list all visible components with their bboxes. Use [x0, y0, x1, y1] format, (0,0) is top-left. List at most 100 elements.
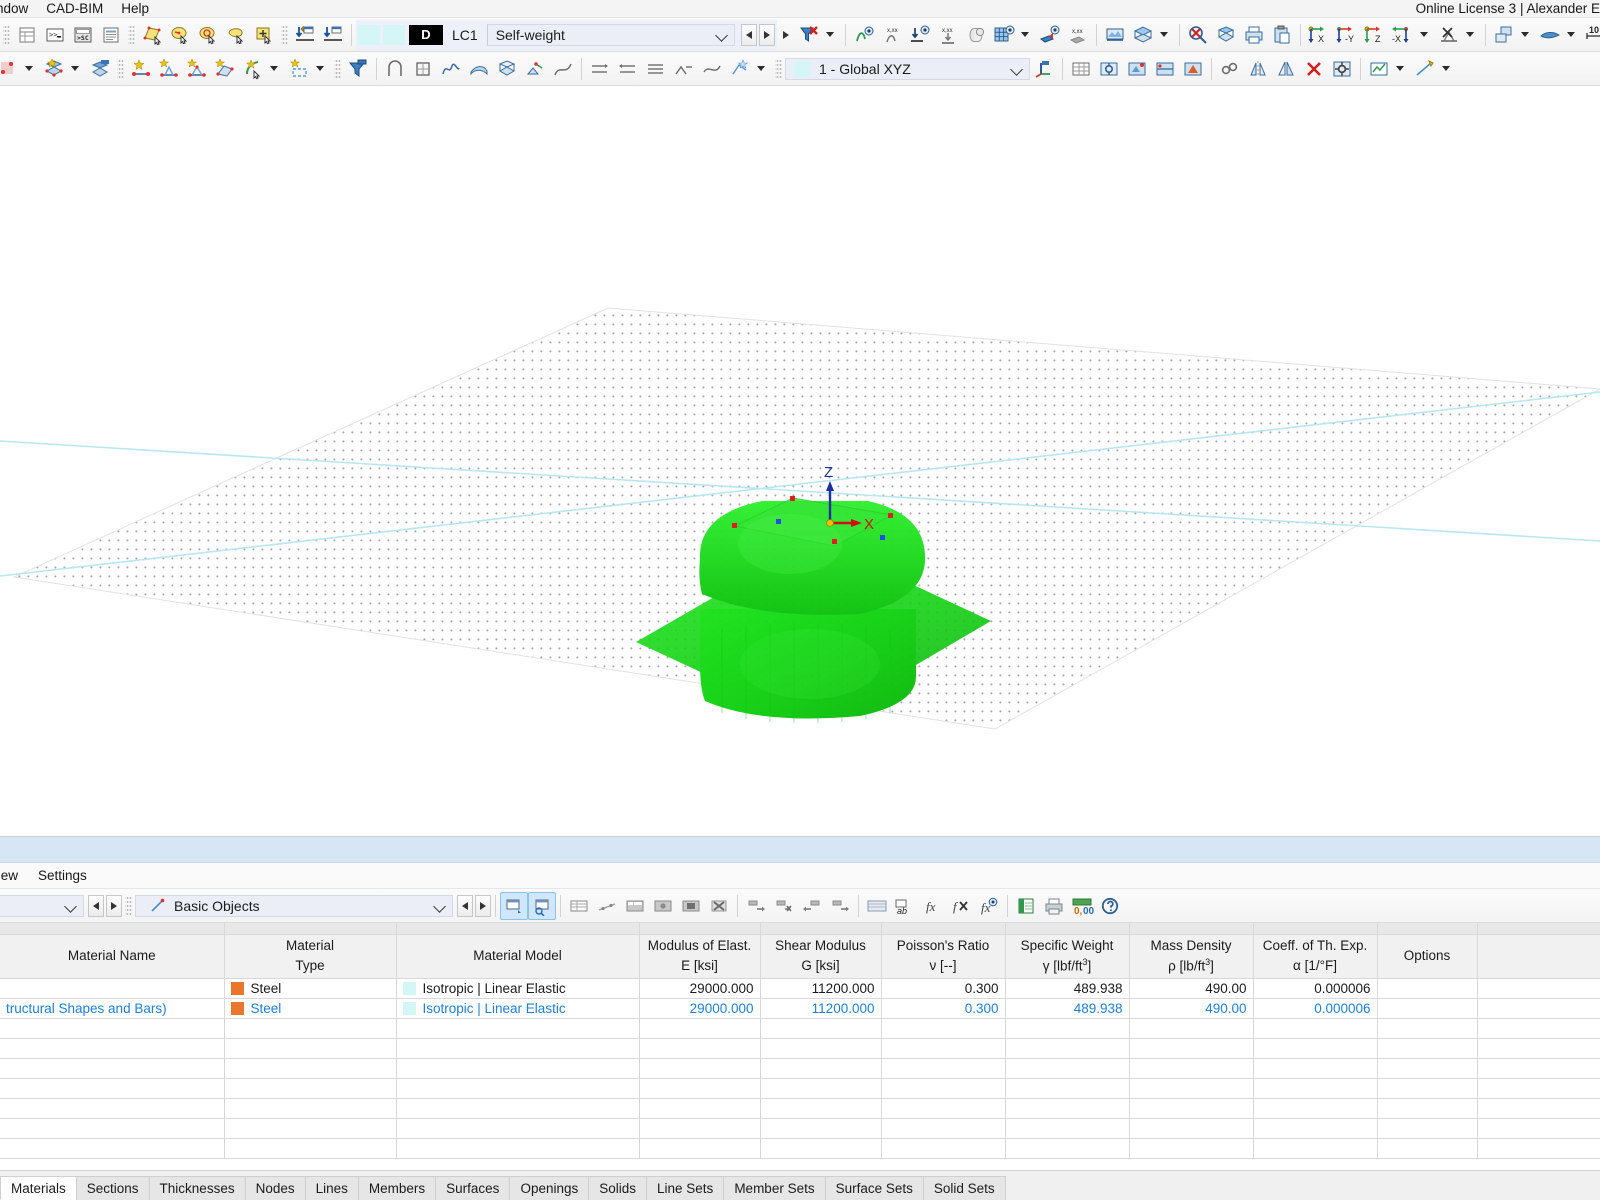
align-dropdown[interactable]: [754, 55, 772, 83]
table-cell[interactable]: [1253, 1138, 1378, 1159]
table-cell[interactable]: [881, 1118, 1006, 1139]
insert-row-icon[interactable]: [742, 892, 770, 920]
load-case-more-button[interactable]: [777, 21, 795, 49]
table-column-header[interactable]: Mass Density ρ [lb/ft3]: [1129, 934, 1254, 979]
table-cell[interactable]: [881, 1078, 1006, 1099]
mesh-off-icon[interactable]: [1435, 21, 1463, 49]
table-cell[interactable]: [396, 1098, 640, 1119]
table-cell[interactable]: [639, 1098, 761, 1119]
table-icon[interactable]: [13, 21, 41, 49]
table-cell[interactable]: 0.000006: [1253, 978, 1378, 999]
view-axis-z-icon[interactable]: Z: [1361, 21, 1389, 49]
table-cell[interactable]: [224, 1158, 397, 1159]
align-edge-icon[interactable]: [698, 55, 726, 83]
table-cell[interactable]: [881, 1018, 1006, 1039]
remove-row-icon[interactable]: [770, 892, 798, 920]
table-cell[interactable]: [1129, 1078, 1254, 1099]
table-row[interactable]: Steel Isotropic | Linear Elastic 29000.000…: [0, 978, 1600, 999]
table-cell[interactable]: [760, 1158, 882, 1159]
select-add-icon[interactable]: [250, 21, 278, 49]
mesh-refine-icon[interactable]: [1123, 55, 1151, 83]
object-tab-member-sets[interactable]: Member Sets: [723, 1176, 826, 1200]
mesh-off-dropdown[interactable]: [1463, 21, 1481, 49]
table-top-header-cell[interactable]: [881, 923, 1006, 935]
table-column-header[interactable]: Specific Weight γ [lbf/ft3]: [1005, 934, 1130, 979]
table-cell[interactable]: [881, 1158, 1006, 1159]
table-cell[interactable]: [396, 1038, 640, 1059]
table-cell[interactable]: [639, 1058, 761, 1079]
table-empty-row[interactable]: [0, 1098, 1600, 1119]
object-next-button[interactable]: [475, 894, 491, 917]
settings-gear-icon[interactable]: [1095, 55, 1123, 83]
table-empty-row[interactable]: [0, 1038, 1600, 1059]
select-freehand-icon[interactable]: [222, 21, 250, 49]
model-box-dropdown[interactable]: [1157, 21, 1175, 49]
indent-right-icon[interactable]: [826, 892, 854, 920]
table-empty-row[interactable]: [0, 1158, 1600, 1159]
view-section-values-icon[interactable]: x,xx: [1064, 21, 1092, 49]
table-cell[interactable]: [1377, 978, 1478, 999]
table-column-header[interactable]: [1477, 934, 1600, 979]
model-3d-icon[interactable]: [1212, 21, 1240, 49]
table-cell[interactable]: [881, 1098, 1006, 1119]
table-cell[interactable]: [1005, 1138, 1130, 1159]
object-prev-button[interactable]: [457, 894, 473, 917]
new-object-icon[interactable]: [40, 55, 68, 83]
new-dim-icon[interactable]: [285, 55, 313, 83]
render-icon[interactable]: [1101, 21, 1129, 49]
view-solid-icon[interactable]: [962, 21, 990, 49]
table-cell[interactable]: [881, 1058, 1006, 1079]
object-tab-solid-sets[interactable]: Solid Sets: [922, 1176, 1006, 1200]
object-tab-lines[interactable]: Lines: [304, 1176, 359, 1200]
table-cell[interactable]: [396, 1158, 640, 1159]
table-top-header-cell[interactable]: [396, 923, 640, 935]
object-tab-members[interactable]: Members: [357, 1176, 437, 1200]
table-cell[interactable]: [1377, 1078, 1478, 1099]
table-cell[interactable]: [224, 1058, 397, 1079]
clear-filter-dropdown[interactable]: [823, 21, 841, 49]
table-cell[interactable]: 489.938: [1005, 978, 1130, 999]
table-cell[interactable]: [1253, 1038, 1378, 1059]
view-section-icon[interactable]: [1036, 21, 1064, 49]
table-cell[interactable]: 0.300: [881, 978, 1006, 999]
table-cell[interactable]: [1253, 1078, 1378, 1099]
dimension-icon[interactable]: 10: [1582, 21, 1600, 49]
view-base-icon[interactable]: [906, 21, 934, 49]
table-cell[interactable]: [1477, 1098, 1600, 1119]
table-left-next-button[interactable]: [106, 894, 122, 917]
delete-icon[interactable]: [1300, 55, 1328, 83]
table-cell[interactable]: [881, 1138, 1006, 1159]
table-cell[interactable]: [639, 1158, 761, 1159]
table-cell[interactable]: [1377, 1118, 1478, 1139]
new-member-icon[interactable]: [155, 55, 183, 83]
table-cell[interactable]: [1129, 1058, 1254, 1079]
table-cell[interactable]: [1477, 1078, 1600, 1099]
view-axis-negx-icon[interactable]: -X: [1389, 21, 1417, 49]
view-grid-icon[interactable]: [990, 21, 1018, 49]
console-icon[interactable]: >>: [41, 21, 69, 49]
model-box-icon[interactable]: [1129, 21, 1157, 49]
filter-icon[interactable]: [344, 55, 372, 83]
table-cell[interactable]: [396, 1138, 640, 1159]
table-cell[interactable]: 490.00: [1129, 998, 1254, 1019]
new-surface-icon[interactable]: [211, 55, 239, 83]
object-tab-line-sets[interactable]: Line Sets: [646, 1176, 725, 1200]
table-cell[interactable]: [0, 1098, 225, 1119]
grid-2-icon[interactable]: [649, 892, 677, 920]
align-distribute-icon[interactable]: [670, 55, 698, 83]
table-cell[interactable]: [224, 1138, 397, 1159]
view-grid-dropdown[interactable]: [1018, 21, 1036, 49]
table-cell[interactable]: Steel: [224, 978, 397, 999]
coordinate-system-edit-icon[interactable]: [1030, 55, 1058, 83]
table-cell[interactable]: 490.00: [1129, 978, 1254, 999]
table-cell[interactable]: [1129, 1118, 1254, 1139]
snap-down-icon[interactable]: [291, 21, 319, 49]
table-cell[interactable]: 0.300: [881, 998, 1006, 1019]
new-object-dropdown[interactable]: [68, 55, 86, 83]
object-tab-thicknesses[interactable]: Thicknesses: [148, 1176, 246, 1200]
chart-view-icon[interactable]: [593, 892, 621, 920]
object-tab-surfaces[interactable]: Surfaces: [435, 1176, 511, 1200]
table-cell[interactable]: [1253, 1158, 1378, 1159]
table-cell[interactable]: [0, 1118, 225, 1139]
table-column-header[interactable]: Shear Modulus G [ksi]: [760, 934, 882, 979]
